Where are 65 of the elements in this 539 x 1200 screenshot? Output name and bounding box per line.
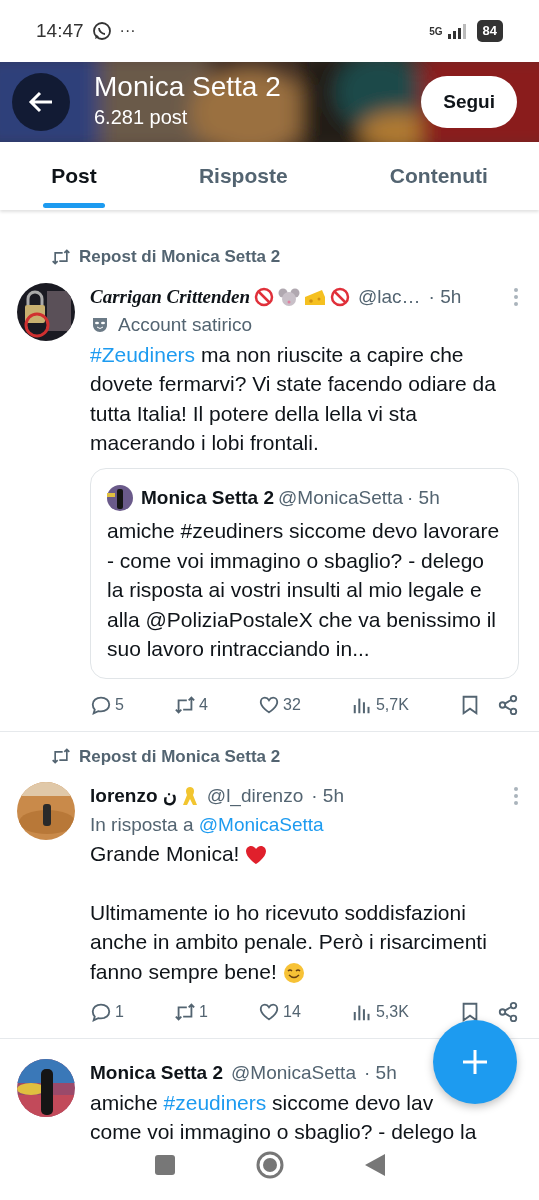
author-handle: @MonicaSetta: [231, 1061, 356, 1085]
post-text: #Zeudiners ma non riuscite a capire che dovete fermarvi? Vi state facendo odiare da tutta Italia! Il potere della lella vi sta macerando i lobi frontali.: [90, 341, 497, 456]
tab[interactable]: Contenuti: [381, 142, 496, 210]
post-count: 6.281 post: [94, 105, 188, 131]
heart-icon: [258, 1001, 281, 1023]
reply-context: In risposta a @MonicaSetta: [90, 812, 325, 837]
repost-icon: [174, 1001, 196, 1023]
tab[interactable]: Risposte: [190, 142, 296, 210]
post-text: Ultimamente io ho ricevuto soddisfazioni anche in ambito penale. Però i risarcimenti fanno sempre bene!: [90, 899, 488, 986]
recent-apps-icon[interactable]: [153, 1154, 176, 1176]
quoted-post[interactable]: [90, 467, 519, 679]
post-text: Grande Monica!: [90, 839, 519, 869]
author-name: Monica Setta 2: [90, 1061, 224, 1085]
post-time: · 5h: [363, 1061, 397, 1085]
quoted-text: amiche #zeudiners siccome devo lavorare - come voi immagino o sbaglio? - delego la risposta ai vostri insulti al mio legale e alla @PoliziaPostaleX che va benissimo il suo lavoro rintracciando in...: [107, 518, 501, 662]
chat-app-icon: [91, 21, 112, 41]
like-button[interactable]: 14: [258, 1000, 301, 1024]
author-name: Monica Setta 2: [141, 485, 275, 510]
reply-button[interactable]: 5: [90, 692, 124, 717]
post-time: · 5h: [311, 784, 344, 808]
repost-button[interactable]: 4: [174, 692, 208, 717]
prohibited-icon: [253, 286, 274, 307]
post-time: · 5h: [406, 485, 440, 510]
avatar: [17, 1059, 75, 1117]
author-name: lorenzo ن: [90, 784, 177, 808]
post-time: · 5h: [428, 284, 462, 309]
more-notifications: ···: [119, 21, 136, 41]
account-label: Account satirico: [118, 313, 253, 337]
plus-icon: [460, 1047, 490, 1077]
views-button[interactable]: 5,3K: [350, 1000, 409, 1024]
tab[interactable]: Post: [43, 142, 105, 210]
compose-button[interactable]: [433, 1020, 517, 1104]
network-type: 5G: [429, 24, 443, 39]
heart-icon: [245, 845, 268, 866]
back-icon[interactable]: [363, 1153, 386, 1177]
post-text: amiche #zeudiners siccome devo lav: [90, 1089, 435, 1116]
repost-icon: [51, 746, 71, 767]
home-icon[interactable]: [255, 1151, 284, 1179]
mouse-icon: [277, 286, 300, 307]
avatar: [17, 782, 75, 840]
repost-button[interactable]: 1: [174, 1000, 208, 1024]
repost-label: Repost di Monica Setta 2: [79, 745, 281, 768]
author-handle: @MonicaSetta: [278, 485, 403, 510]
reply-button[interactable]: 1: [90, 1000, 124, 1024]
post-text: come voi immagino o sbaglio? - delego la: [90, 1119, 478, 1145]
share-icon[interactable]: [496, 693, 519, 716]
share-icon[interactable]: [496, 1001, 519, 1023]
prohibited-icon: [329, 286, 350, 307]
repost-icon: [174, 693, 196, 716]
quote-avatar: [107, 484, 133, 511]
profile-name: Monica Setta 2: [94, 71, 281, 103]
views-button[interactable]: 5,7K: [350, 692, 409, 717]
repost-label: Repost di Monica Setta 2: [79, 246, 281, 268]
author-handle: @l_direnzo: [206, 784, 304, 809]
like-button[interactable]: 32: [258, 692, 301, 717]
battery-level: 84: [476, 20, 503, 42]
author-handle: @lac…: [357, 284, 421, 309]
author-name: Carrigan Crittenden: [90, 284, 250, 309]
signal-icon: [446, 23, 469, 39]
clock-time: 14:47: [36, 18, 84, 43]
reply-icon: [90, 1001, 112, 1023]
avatar: [17, 282, 75, 341]
ribbon-icon: [180, 785, 199, 808]
repost-icon: [51, 246, 71, 267]
smile-icon: [282, 961, 305, 984]
